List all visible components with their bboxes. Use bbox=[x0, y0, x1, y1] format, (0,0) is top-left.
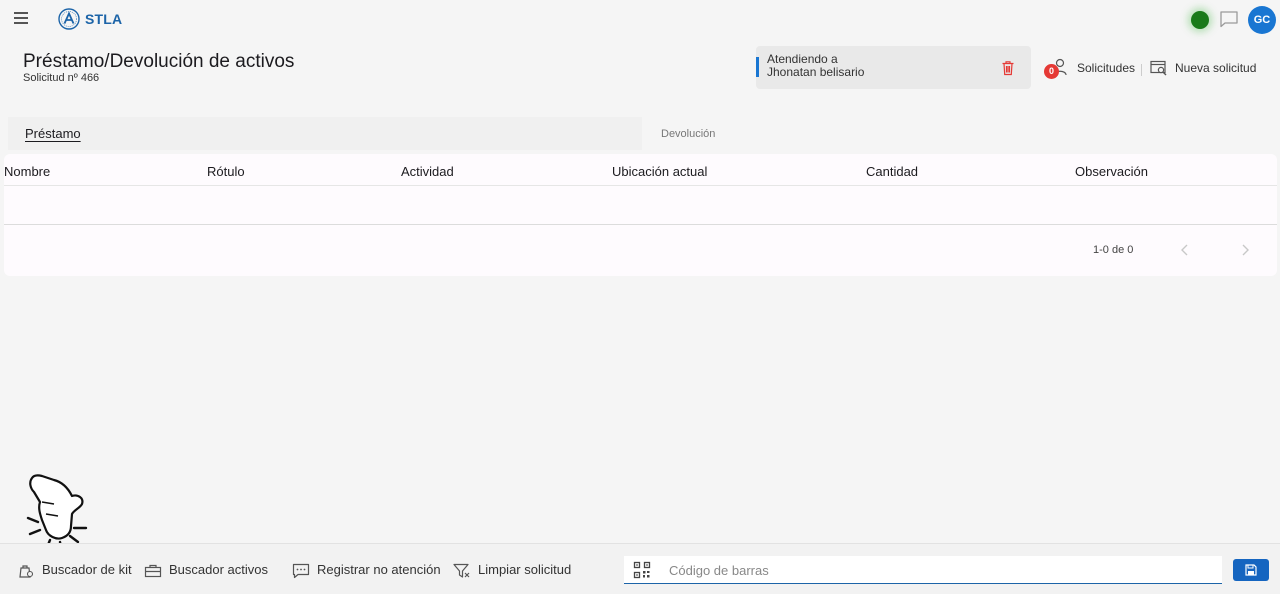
top-bar: STLA GC bbox=[0, 0, 1280, 40]
pagination-range: 1-0 de 0 bbox=[1093, 244, 1134, 256]
chevron-right-icon[interactable] bbox=[1239, 243, 1251, 257]
tab-devolucion[interactable]: Devolución bbox=[650, 117, 1270, 150]
divider bbox=[1141, 64, 1142, 76]
column-header-ubicacion[interactable]: Ubicación actual bbox=[612, 164, 707, 179]
assets-table: Nombre Rótulo Actividad Ubicación actual… bbox=[4, 154, 1277, 276]
chevron-left-icon[interactable] bbox=[1179, 243, 1191, 257]
filter-clear-icon bbox=[453, 563, 470, 578]
column-header-actividad[interactable]: Actividad bbox=[401, 164, 454, 179]
tab-devolucion-label: Devolución bbox=[661, 128, 716, 140]
new-request-icon bbox=[1150, 60, 1167, 76]
tab-prestamo-label: Préstamo bbox=[25, 126, 81, 141]
barcode-input[interactable] bbox=[669, 560, 1209, 580]
online-status-indicator bbox=[1191, 11, 1209, 29]
comment-icon bbox=[292, 563, 310, 579]
new-request-label: Nueva solicitud bbox=[1175, 61, 1257, 75]
header-divider bbox=[4, 185, 1277, 186]
logo-icon bbox=[58, 8, 80, 30]
barcode-field[interactable] bbox=[624, 556, 1222, 584]
tab-prestamo[interactable]: Préstamo bbox=[8, 117, 642, 150]
avatar[interactable]: GC bbox=[1248, 6, 1276, 34]
attending-label: Atendiendo a bbox=[767, 52, 838, 66]
column-header-observacion[interactable]: Observación bbox=[1075, 164, 1148, 179]
toolbox-icon bbox=[144, 564, 162, 578]
chat-icon[interactable] bbox=[1219, 10, 1239, 28]
footer-divider bbox=[4, 224, 1277, 225]
trash-icon[interactable] bbox=[1001, 60, 1015, 76]
menu-icon[interactable] bbox=[14, 12, 28, 24]
solicitudes-badge: 0 bbox=[1044, 64, 1059, 79]
column-header-nombre[interactable]: Nombre bbox=[4, 164, 50, 179]
save-button[interactable] bbox=[1233, 559, 1269, 581]
register-no-attention-label: Registrar no atención bbox=[317, 562, 441, 577]
save-icon bbox=[1245, 564, 1257, 576]
solicitudes-label: Solicitudes bbox=[1077, 61, 1136, 75]
kit-icon bbox=[19, 565, 34, 578]
page-title: Préstamo/Devolución de activos bbox=[23, 51, 295, 72]
kit-search-label: Buscador de kit bbox=[42, 562, 132, 577]
attending-name: Jhonatan belisario bbox=[767, 65, 865, 79]
accent-bar bbox=[756, 57, 759, 77]
request-number: Solicitud nº 466 bbox=[23, 72, 100, 84]
attending-card: Atendiendo a Jhonatan belisario bbox=[756, 46, 1031, 89]
clear-request-label: Limpiar solicitud bbox=[478, 562, 572, 577]
brand-name: STLA bbox=[85, 11, 123, 27]
column-header-cantidad[interactable]: Cantidad bbox=[866, 164, 918, 179]
asset-search-label: Buscador activos bbox=[169, 562, 268, 577]
column-header-rotulo[interactable]: Rótulo bbox=[207, 164, 245, 179]
bottom-action-bar: Buscador de kit Buscador activos Registr… bbox=[0, 543, 1280, 594]
qr-code-icon bbox=[633, 561, 651, 579]
